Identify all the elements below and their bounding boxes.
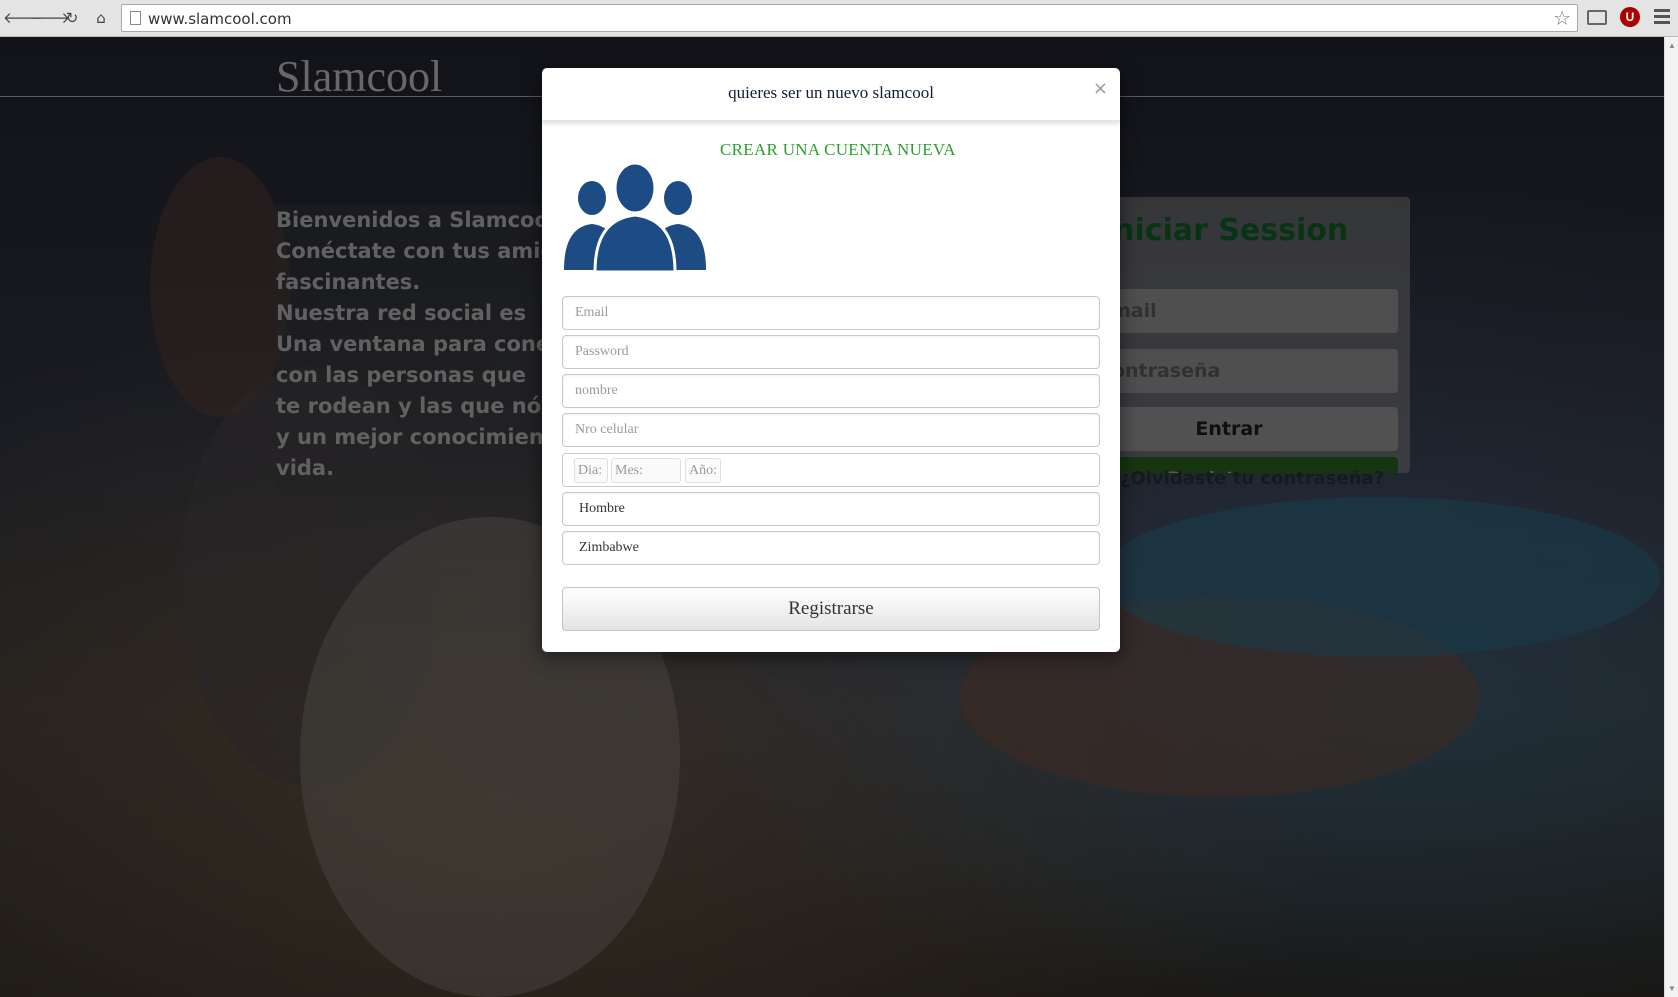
phone-input[interactable] (575, 415, 1099, 445)
users-group-icon (564, 161, 706, 274)
browser-toolbar: 🡐 🡒 ↻ ⌂ www.slamcool.com ☆ U (0, 0, 1678, 37)
reload-icon[interactable]: ↻ (60, 6, 84, 30)
birthdate-row: Dia: Mes: Año: (562, 453, 1100, 487)
birth-year-select[interactable]: Año: (685, 458, 721, 483)
home-icon[interactable]: ⌂ (89, 6, 113, 30)
password-input[interactable] (575, 337, 1099, 367)
register-email-field[interactable] (562, 296, 1100, 330)
register-name-field[interactable] (562, 374, 1100, 408)
address-bar[interactable]: www.slamcool.com ☆ (121, 4, 1578, 32)
scroll-down-icon[interactable]: ▼ (1668, 984, 1676, 993)
scroll-up-icon[interactable]: ▲ (1668, 41, 1676, 50)
url-text[interactable]: www.slamcool.com (148, 10, 292, 28)
close-icon[interactable]: × (1093, 78, 1108, 99)
forward-arrow-icon[interactable]: 🡒 (30, 6, 70, 30)
modal-header: quieres ser un nuevo slamcool × (542, 68, 1120, 121)
create-account-title: CREAR UNA CUENTA NUEVA (720, 140, 956, 159)
register-submit-button[interactable]: Registrarse (562, 587, 1100, 631)
country-select[interactable]: Zimbabwe (562, 531, 1100, 565)
ublock-extension-icon[interactable]: U (1620, 7, 1640, 27)
register-modal: quieres ser un nuevo slamcool × CREAR UN… (542, 68, 1120, 652)
page-scrollbar[interactable]: ▲ ▼ (1664, 37, 1678, 997)
browser-menu-icon[interactable] (1654, 9, 1670, 25)
name-input[interactable] (575, 376, 1099, 406)
cast-icon[interactable] (1587, 10, 1607, 25)
gender-select[interactable]: Hombre (562, 492, 1100, 526)
bookmark-star-icon[interactable]: ☆ (1553, 6, 1571, 30)
birth-day-select[interactable]: Dia: (574, 458, 608, 483)
back-arrow-icon[interactable]: 🡐 (3, 6, 43, 30)
email-input[interactable] (575, 298, 1099, 328)
birth-month-select[interactable]: Mes: (611, 458, 681, 483)
modal-title: quieres ser un nuevo slamcool (728, 83, 934, 102)
register-phone-field[interactable] (562, 413, 1100, 447)
register-password-field[interactable] (562, 335, 1100, 369)
page-icon (130, 11, 141, 25)
